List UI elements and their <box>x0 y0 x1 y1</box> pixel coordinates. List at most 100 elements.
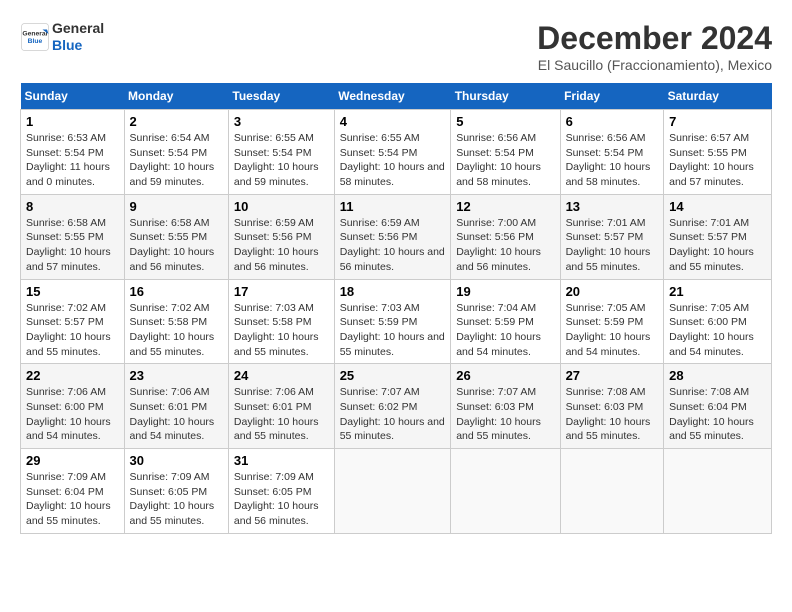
col-wednesday: Wednesday <box>334 83 451 110</box>
cell-info: Sunrise: 7:08 AMSunset: 6:04 PMDaylight:… <box>669 386 754 442</box>
cell-info: Sunrise: 7:01 AMSunset: 5:57 PMDaylight:… <box>669 217 754 273</box>
cell-info: Sunrise: 6:57 AMSunset: 5:55 PMDaylight:… <box>669 132 754 188</box>
cell-info: Sunrise: 6:58 AMSunset: 5:55 PMDaylight:… <box>130 217 215 273</box>
cell-info: Sunrise: 6:56 AMSunset: 5:54 PMDaylight:… <box>566 132 651 188</box>
logo-icon: General Blue <box>20 22 50 52</box>
table-row: 22 Sunrise: 7:06 AMSunset: 6:00 PMDaylig… <box>21 364 125 449</box>
cell-info: Sunrise: 7:08 AMSunset: 6:03 PMDaylight:… <box>566 386 651 442</box>
col-tuesday: Tuesday <box>228 83 334 110</box>
table-row <box>664 449 772 534</box>
col-friday: Friday <box>560 83 664 110</box>
cell-info: Sunrise: 6:55 AMSunset: 5:54 PMDaylight:… <box>340 132 445 188</box>
table-row: 26 Sunrise: 7:07 AMSunset: 6:03 PMDaylig… <box>451 364 560 449</box>
day-number: 20 <box>566 284 659 299</box>
cell-info: Sunrise: 7:03 AMSunset: 5:59 PMDaylight:… <box>340 302 445 358</box>
table-row: 10 Sunrise: 6:59 AMSunset: 5:56 PMDaylig… <box>228 194 334 279</box>
table-row: 19 Sunrise: 7:04 AMSunset: 5:59 PMDaylig… <box>451 279 560 364</box>
day-number: 17 <box>234 284 329 299</box>
day-number: 3 <box>234 114 329 129</box>
day-number: 22 <box>26 368 119 383</box>
svg-text:Blue: Blue <box>28 38 43 45</box>
day-number: 27 <box>566 368 659 383</box>
table-row <box>451 449 560 534</box>
day-number: 5 <box>456 114 554 129</box>
table-row: 24 Sunrise: 7:06 AMSunset: 6:01 PMDaylig… <box>228 364 334 449</box>
day-number: 4 <box>340 114 446 129</box>
table-row: 25 Sunrise: 7:07 AMSunset: 6:02 PMDaylig… <box>334 364 451 449</box>
cell-info: Sunrise: 6:59 AMSunset: 5:56 PMDaylight:… <box>234 217 319 273</box>
col-thursday: Thursday <box>451 83 560 110</box>
cell-info: Sunrise: 7:02 AMSunset: 5:58 PMDaylight:… <box>130 302 215 358</box>
table-row: 27 Sunrise: 7:08 AMSunset: 6:03 PMDaylig… <box>560 364 664 449</box>
cell-info: Sunrise: 7:05 AMSunset: 6:00 PMDaylight:… <box>669 302 754 358</box>
day-number: 16 <box>130 284 223 299</box>
col-monday: Monday <box>124 83 228 110</box>
day-number: 6 <box>566 114 659 129</box>
table-row: 18 Sunrise: 7:03 AMSunset: 5:59 PMDaylig… <box>334 279 451 364</box>
table-row: 30 Sunrise: 7:09 AMSunset: 6:05 PMDaylig… <box>124 449 228 534</box>
cell-info: Sunrise: 7:07 AMSunset: 6:03 PMDaylight:… <box>456 386 541 442</box>
table-row: 31 Sunrise: 7:09 AMSunset: 6:05 PMDaylig… <box>228 449 334 534</box>
cell-info: Sunrise: 7:04 AMSunset: 5:59 PMDaylight:… <box>456 302 541 358</box>
day-number: 30 <box>130 453 223 468</box>
day-number: 7 <box>669 114 766 129</box>
day-number: 23 <box>130 368 223 383</box>
cell-info: Sunrise: 7:09 AMSunset: 6:05 PMDaylight:… <box>130 471 215 527</box>
cell-info: Sunrise: 7:03 AMSunset: 5:58 PMDaylight:… <box>234 302 319 358</box>
calendar-table: Sunday Monday Tuesday Wednesday Thursday… <box>20 83 772 534</box>
day-number: 12 <box>456 199 554 214</box>
day-number: 25 <box>340 368 446 383</box>
day-number: 9 <box>130 199 223 214</box>
table-row: 11 Sunrise: 6:59 AMSunset: 5:56 PMDaylig… <box>334 194 451 279</box>
cell-info: Sunrise: 7:06 AMSunset: 6:00 PMDaylight:… <box>26 386 111 442</box>
location-title: El Saucillo (Fraccionamiento), Mexico <box>537 57 772 73</box>
day-number: 29 <box>26 453 119 468</box>
logo: General Blue General Blue <box>20 20 104 54</box>
table-row: 4 Sunrise: 6:55 AMSunset: 5:54 PMDayligh… <box>334 110 451 195</box>
day-number: 24 <box>234 368 329 383</box>
day-number: 1 <box>26 114 119 129</box>
table-row: 23 Sunrise: 7:06 AMSunset: 6:01 PMDaylig… <box>124 364 228 449</box>
col-sunday: Sunday <box>21 83 125 110</box>
day-number: 18 <box>340 284 446 299</box>
cell-info: Sunrise: 6:58 AMSunset: 5:55 PMDaylight:… <box>26 217 111 273</box>
cell-info: Sunrise: 6:56 AMSunset: 5:54 PMDaylight:… <box>456 132 541 188</box>
table-row: 15 Sunrise: 7:02 AMSunset: 5:57 PMDaylig… <box>21 279 125 364</box>
cell-info: Sunrise: 7:00 AMSunset: 5:56 PMDaylight:… <box>456 217 541 273</box>
month-title: December 2024 <box>537 20 772 57</box>
logo-line1: General <box>52 20 104 37</box>
day-number: 10 <box>234 199 329 214</box>
table-row: 20 Sunrise: 7:05 AMSunset: 5:59 PMDaylig… <box>560 279 664 364</box>
day-number: 2 <box>130 114 223 129</box>
day-number: 8 <box>26 199 119 214</box>
day-number: 31 <box>234 453 329 468</box>
cell-info: Sunrise: 7:07 AMSunset: 6:02 PMDaylight:… <box>340 386 445 442</box>
cell-info: Sunrise: 7:06 AMSunset: 6:01 PMDaylight:… <box>234 386 319 442</box>
day-number: 21 <box>669 284 766 299</box>
cell-info: Sunrise: 7:02 AMSunset: 5:57 PMDaylight:… <box>26 302 111 358</box>
table-row: 17 Sunrise: 7:03 AMSunset: 5:58 PMDaylig… <box>228 279 334 364</box>
table-row <box>334 449 451 534</box>
cell-info: Sunrise: 6:53 AMSunset: 5:54 PMDaylight:… <box>26 132 110 188</box>
day-number: 11 <box>340 199 446 214</box>
day-number: 15 <box>26 284 119 299</box>
day-number: 28 <box>669 368 766 383</box>
col-saturday: Saturday <box>664 83 772 110</box>
table-row <box>560 449 664 534</box>
table-row: 16 Sunrise: 7:02 AMSunset: 5:58 PMDaylig… <box>124 279 228 364</box>
table-row: 29 Sunrise: 7:09 AMSunset: 6:04 PMDaylig… <box>21 449 125 534</box>
svg-text:General: General <box>22 30 47 37</box>
day-number: 19 <box>456 284 554 299</box>
table-row: 28 Sunrise: 7:08 AMSunset: 6:04 PMDaylig… <box>664 364 772 449</box>
table-row: 6 Sunrise: 6:56 AMSunset: 5:54 PMDayligh… <box>560 110 664 195</box>
cell-info: Sunrise: 7:09 AMSunset: 6:05 PMDaylight:… <box>234 471 319 527</box>
day-number: 13 <box>566 199 659 214</box>
cell-info: Sunrise: 7:06 AMSunset: 6:01 PMDaylight:… <box>130 386 215 442</box>
cell-info: Sunrise: 6:59 AMSunset: 5:56 PMDaylight:… <box>340 217 445 273</box>
table-row: 5 Sunrise: 6:56 AMSunset: 5:54 PMDayligh… <box>451 110 560 195</box>
title-area: December 2024 El Saucillo (Fraccionamien… <box>537 20 772 73</box>
table-row: 21 Sunrise: 7:05 AMSunset: 6:00 PMDaylig… <box>664 279 772 364</box>
table-row: 12 Sunrise: 7:00 AMSunset: 5:56 PMDaylig… <box>451 194 560 279</box>
table-row: 1 Sunrise: 6:53 AMSunset: 5:54 PMDayligh… <box>21 110 125 195</box>
cell-info: Sunrise: 7:01 AMSunset: 5:57 PMDaylight:… <box>566 217 651 273</box>
